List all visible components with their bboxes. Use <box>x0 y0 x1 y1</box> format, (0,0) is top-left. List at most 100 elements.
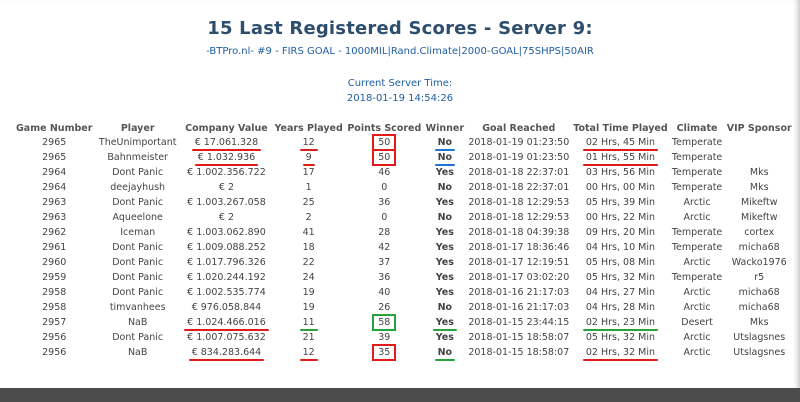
company-value-cell: € 2 <box>218 182 235 193</box>
scores-body: 2965 TheUnimportant € 17.061.328 12 50 No 2018… <box>14 134 794 361</box>
winner-cell: Yes <box>435 272 454 283</box>
game-number-cell: 2964 <box>42 167 67 178</box>
winner-cell: Yes <box>432 317 457 331</box>
game-number-cell: 2961 <box>42 242 67 253</box>
company-value-cell: € 1.002.535.774 <box>187 287 266 298</box>
game-number-cell: 2959 <box>42 272 67 283</box>
table-row: 2965 TheUnimportant € 17.061.328 12 50 No 2018… <box>14 134 794 151</box>
server-subtitle: -BTPro.nl- #9 - FIRS GOAL - 1000MIL|Rand… <box>206 46 594 57</box>
table-row: 2962 Iceman € 1.003.062.890 41 28 Yes 2018-01-… <box>14 225 794 240</box>
total-time-cell: 05 Hrs, 39 Min <box>585 197 656 208</box>
column-header: Goal Reached <box>482 122 556 134</box>
points-scored-cell: 36 <box>378 197 391 208</box>
player-link[interactable]: Iceman <box>94 225 181 240</box>
company-value-cell: € 1.009.088.252 <box>187 242 266 253</box>
game-number-cell: 2956 <box>42 347 67 358</box>
table-row: 2959 Dont Panic € 1.020.244.192 24 36 Yes 2018… <box>14 270 794 285</box>
climate-cell: Desert <box>681 317 713 328</box>
company-value-cell: € 834.283.644 <box>188 347 264 361</box>
years-played-cell: 24 <box>302 272 315 283</box>
climate-cell: Temperate <box>671 272 723 283</box>
player-link[interactable]: Dont Panic <box>94 255 181 270</box>
years-played-cell: 12 <box>299 347 318 361</box>
player-link[interactable]: Dont Panic <box>94 165 181 180</box>
player-link[interactable]: timvanhees <box>94 300 181 315</box>
table-row: 2963 Aqueelone € 2 2 0 No 2018-01-18 12:29:53 0… <box>14 210 794 225</box>
company-value-cell: € 1.007.075.632 <box>187 332 266 343</box>
vip-sponsor-cell: r5 <box>754 272 765 283</box>
points-scored-cell: 26 <box>378 302 391 313</box>
vip-sponsor-cell: Mks <box>749 167 769 178</box>
company-value-cell: € 1.017.796.326 <box>187 257 266 268</box>
years-played-cell: 17 <box>302 167 315 178</box>
goal-reached-cell: 2018-01-15 18:58:07 <box>468 332 570 343</box>
winner-cell: Yes <box>435 167 454 178</box>
player-link[interactable]: Dont Panic <box>94 195 181 210</box>
scores-table: Game Number Player Company Value Years P… <box>14 121 794 361</box>
column-header: Company Value <box>185 122 268 134</box>
vip-sponsor-cell: Mikeftw <box>740 197 778 208</box>
table-row: 2965 Bahnmeister € 1.032.936 9 50 No 2018-01-1… <box>14 149 794 166</box>
climate-cell: Arctic <box>683 302 711 313</box>
table-row: 2960 Dont Panic € 1.017.796.326 22 37 Yes 2018… <box>14 255 794 270</box>
table-row: 2958 Dont Panic € 1.002.535.774 19 40 Yes 2018… <box>14 285 794 300</box>
game-number-cell: 2962 <box>42 227 67 238</box>
total-time-cell: 01 Hrs, 55 Min <box>582 152 659 166</box>
points-scored-cell: 35 <box>345 344 423 361</box>
years-played-cell: 1 <box>305 182 312 193</box>
goal-reached-cell: 2018-01-18 04:39:38 <box>468 227 570 238</box>
total-time-cell: 05 Hrs, 32 Min <box>585 272 656 283</box>
game-number-cell: 2958 <box>42 302 67 313</box>
total-time-cell: 04 Hrs, 27 Min <box>585 287 656 298</box>
climate-cell: Temperate <box>671 182 723 193</box>
vip-sponsor-cell: Mks <box>749 317 769 328</box>
total-time-cell: 05 Hrs, 08 Min <box>585 257 656 268</box>
points-scored-cell: 0 <box>381 182 388 193</box>
company-value-cell: € 2 <box>218 212 235 223</box>
player-link[interactable]: Dont Panic <box>94 330 181 345</box>
goal-reached-cell: 2018-01-18 12:29:53 <box>468 197 570 208</box>
vip-sponsor-cell: Utslagsnes <box>733 347 786 358</box>
goal-reached-cell: 2018-01-16 21:17:03 <box>468 302 570 313</box>
winner-cell: Yes <box>435 227 454 238</box>
page: 15 Last Registered Scores - Server 9: -B… <box>0 0 800 402</box>
player-link[interactable]: Bahnmeister <box>94 150 181 165</box>
points-scored-cell: 50 <box>345 149 423 166</box>
player-link[interactable]: NaB <box>94 315 181 330</box>
player-link[interactable]: Aqueelone <box>94 210 181 225</box>
game-number-cell: 2963 <box>42 197 67 208</box>
player-link[interactable]: deejayhush <box>94 180 181 195</box>
winner-cell: No <box>434 152 456 166</box>
total-time-cell: 09 Hrs, 20 Min <box>585 227 656 238</box>
years-played-cell: 21 <box>302 332 315 343</box>
vip-sponsor-cell: Utslagsnes <box>733 332 786 343</box>
climate-cell: Temperate <box>671 227 723 238</box>
player-link[interactable]: Dont Panic <box>94 285 181 300</box>
column-header: Game Number <box>16 122 93 134</box>
years-played-cell: 9 <box>302 152 315 166</box>
company-value-cell: € 17.061.328 <box>191 137 262 151</box>
goal-reached-cell: 2018-01-17 03:02:20 <box>468 272 570 283</box>
vip-sponsor-cell <box>724 150 794 165</box>
game-number-cell: 2963 <box>42 212 67 223</box>
years-played-cell: 22 <box>302 257 315 268</box>
vip-sponsor-cell: micha68 <box>738 302 780 313</box>
player-link[interactable]: Dont Panic <box>94 240 181 255</box>
company-value-cell: € 976.058.844 <box>191 302 262 313</box>
years-played-cell: 18 <box>302 242 315 253</box>
goal-reached-cell: 2018-01-18 22:37:01 <box>468 182 570 193</box>
player-link[interactable]: TheUnimportant <box>94 135 181 150</box>
page-title: 15 Last Registered Scores - Server 9: <box>207 18 593 39</box>
server-time-value: 2018-01-19 14:54:26 <box>346 93 454 104</box>
goal-reached-cell: 2018-01-15 18:58:07 <box>468 347 570 358</box>
years-played-cell: 11 <box>299 317 318 331</box>
total-time-cell: 00 Hrs, 00 Min <box>585 182 656 193</box>
total-time-cell: 04 Hrs, 10 Min <box>585 242 656 253</box>
vip-sponsor-cell: micha68 <box>738 242 780 253</box>
player-link[interactable]: NaB <box>94 345 181 360</box>
climate-cell: Temperate <box>671 152 723 163</box>
winner-cell: Yes <box>435 257 454 268</box>
column-header: Climate <box>676 122 718 134</box>
player-link[interactable]: Dont Panic <box>94 270 181 285</box>
climate-cell: Arctic <box>683 197 711 208</box>
